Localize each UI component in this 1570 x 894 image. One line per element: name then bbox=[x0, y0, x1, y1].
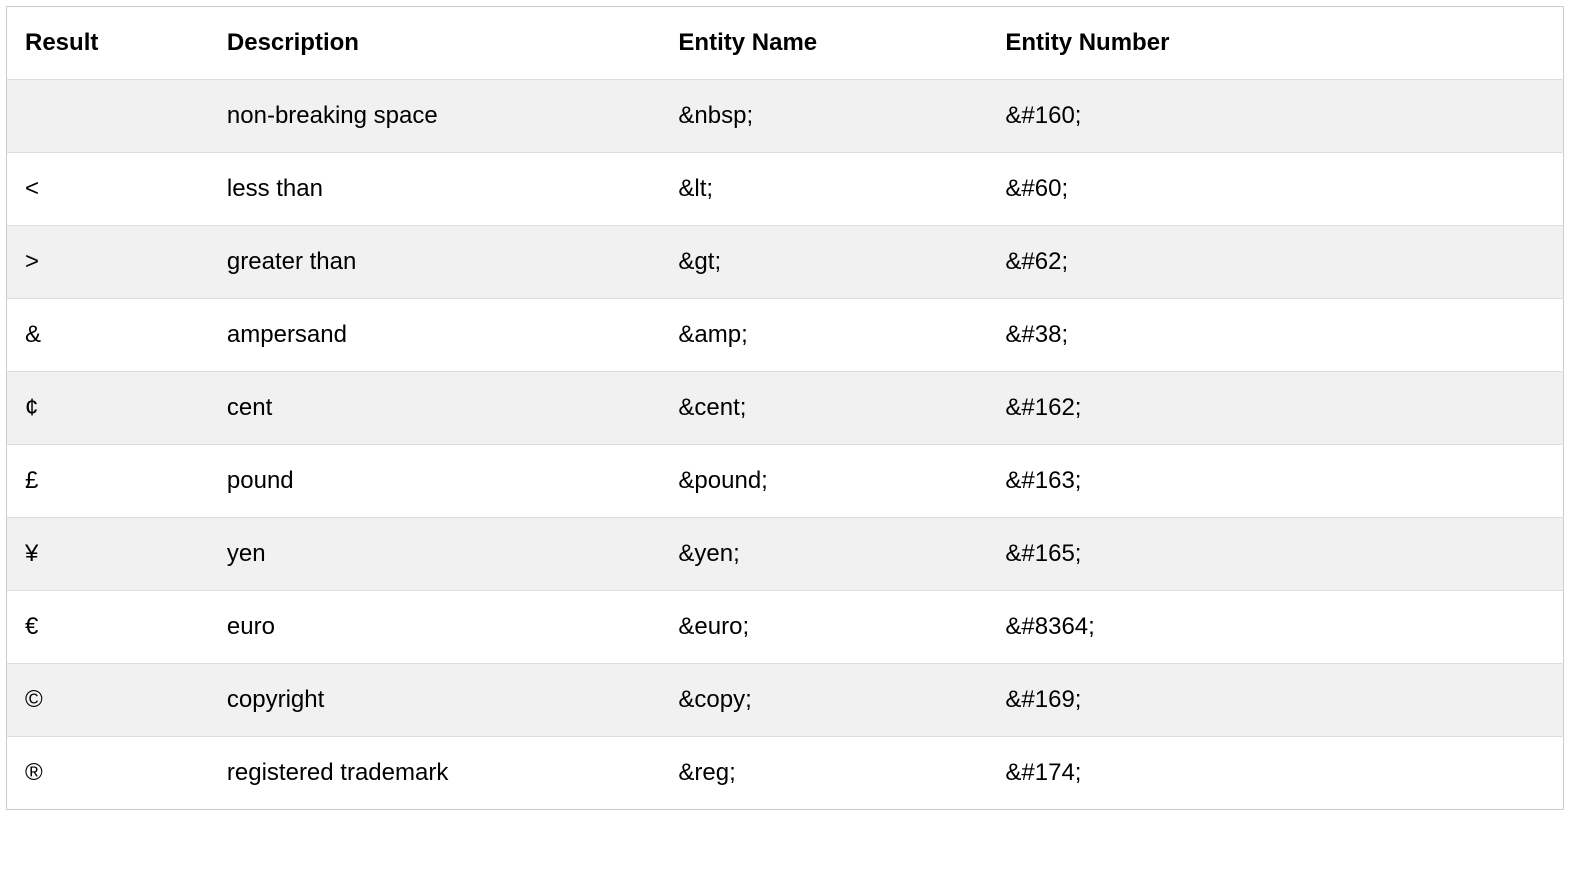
cell-description: ampersand bbox=[209, 299, 661, 372]
cell-entity-number: &#165; bbox=[987, 518, 1563, 591]
table-row: € euro &euro; &#8364; bbox=[7, 591, 1564, 664]
cell-entity-number: &#8364; bbox=[987, 591, 1563, 664]
cell-description: non-breaking space bbox=[209, 80, 661, 153]
table-row: ¢ cent &cent; &#162; bbox=[7, 372, 1564, 445]
cell-entity-name: &yen; bbox=[660, 518, 987, 591]
cell-entity-number: &#160; bbox=[987, 80, 1563, 153]
cell-description: registered trademark bbox=[209, 737, 661, 810]
cell-entity-name: &nbsp; bbox=[660, 80, 987, 153]
table-row: © copyright &copy; &#169; bbox=[7, 664, 1564, 737]
cell-entity-number: &#163; bbox=[987, 445, 1563, 518]
table-row: & ampersand &amp; &#38; bbox=[7, 299, 1564, 372]
cell-result bbox=[7, 80, 209, 153]
header-description: Description bbox=[209, 7, 661, 80]
cell-entity-number: &#60; bbox=[987, 153, 1563, 226]
cell-description: copyright bbox=[209, 664, 661, 737]
cell-entity-number: &#162; bbox=[987, 372, 1563, 445]
cell-entity-name: &lt; bbox=[660, 153, 987, 226]
cell-entity-name: &euro; bbox=[660, 591, 987, 664]
cell-description: cent bbox=[209, 372, 661, 445]
cell-result: ¥ bbox=[7, 518, 209, 591]
cell-entity-name: &cent; bbox=[660, 372, 987, 445]
cell-result: £ bbox=[7, 445, 209, 518]
cell-entity-number: &#174; bbox=[987, 737, 1563, 810]
cell-entity-number: &#62; bbox=[987, 226, 1563, 299]
cell-entity-number: &#169; bbox=[987, 664, 1563, 737]
cell-description: euro bbox=[209, 591, 661, 664]
cell-description: less than bbox=[209, 153, 661, 226]
header-result: Result bbox=[7, 7, 209, 80]
cell-description: pound bbox=[209, 445, 661, 518]
cell-entity-name: &amp; bbox=[660, 299, 987, 372]
table-row: £ pound &pound; &#163; bbox=[7, 445, 1564, 518]
html-entities-table: Result Description Entity Name Entity Nu… bbox=[6, 6, 1564, 810]
cell-description: greater than bbox=[209, 226, 661, 299]
table-row: < less than &lt; &#60; bbox=[7, 153, 1564, 226]
cell-entity-name: &copy; bbox=[660, 664, 987, 737]
cell-result: © bbox=[7, 664, 209, 737]
table-header-row: Result Description Entity Name Entity Nu… bbox=[7, 7, 1564, 80]
cell-entity-name: &gt; bbox=[660, 226, 987, 299]
table-row: > greater than &gt; &#62; bbox=[7, 226, 1564, 299]
table-row: ¥ yen &yen; &#165; bbox=[7, 518, 1564, 591]
cell-result: > bbox=[7, 226, 209, 299]
cell-description: yen bbox=[209, 518, 661, 591]
cell-result: ¢ bbox=[7, 372, 209, 445]
cell-result: < bbox=[7, 153, 209, 226]
table-row: ® registered trademark &reg; &#174; bbox=[7, 737, 1564, 810]
cell-result: ® bbox=[7, 737, 209, 810]
cell-entity-number: &#38; bbox=[987, 299, 1563, 372]
cell-result: & bbox=[7, 299, 209, 372]
header-entity-name: Entity Name bbox=[660, 7, 987, 80]
header-entity-number: Entity Number bbox=[987, 7, 1563, 80]
cell-entity-name: &pound; bbox=[660, 445, 987, 518]
cell-result: € bbox=[7, 591, 209, 664]
table-row: non-breaking space &nbsp; &#160; bbox=[7, 80, 1564, 153]
cell-entity-name: &reg; bbox=[660, 737, 987, 810]
